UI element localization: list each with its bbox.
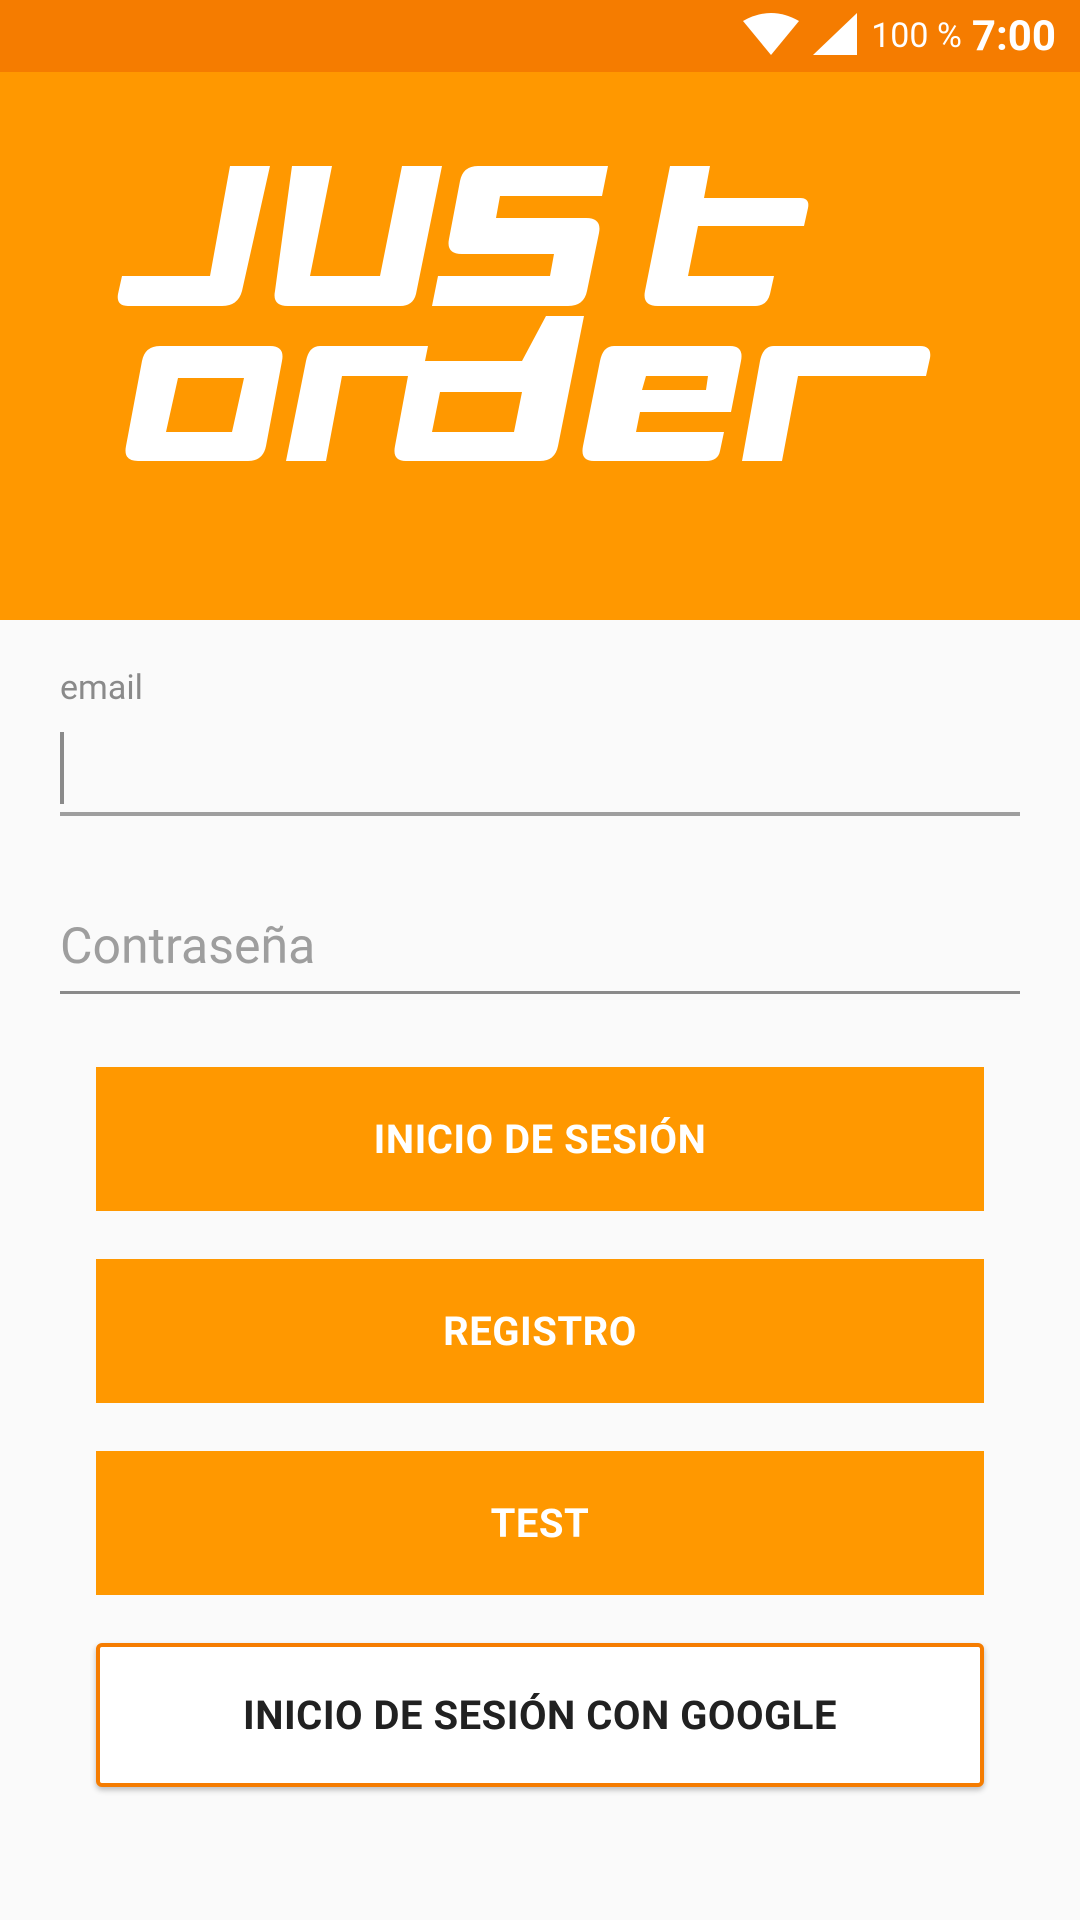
battery-percentage: 100 %: [871, 16, 962, 56]
password-placeholder: Contraseña: [60, 918, 316, 976]
email-label: email: [60, 668, 143, 708]
just-order-logo: [117, 166, 931, 461]
login-button[interactable]: INICIO DE SESIÓN: [96, 1067, 984, 1211]
clock: 7:00: [971, 11, 1056, 61]
app-header: [0, 72, 1080, 620]
password-input[interactable]: Contraseña: [60, 906, 1020, 994]
email-input[interactable]: [60, 726, 1020, 816]
test-button[interactable]: TEST: [96, 1451, 984, 1595]
cell-signal-icon: [813, 13, 858, 59]
google-login-button[interactable]: INICIO DE SESIÓN CON GOOGLE: [96, 1643, 984, 1787]
register-button[interactable]: REGISTRO: [96, 1259, 984, 1403]
status-bar: 100 % 7:00: [0, 0, 1080, 72]
text-cursor: [60, 732, 64, 804]
wifi-icon: [743, 13, 800, 59]
